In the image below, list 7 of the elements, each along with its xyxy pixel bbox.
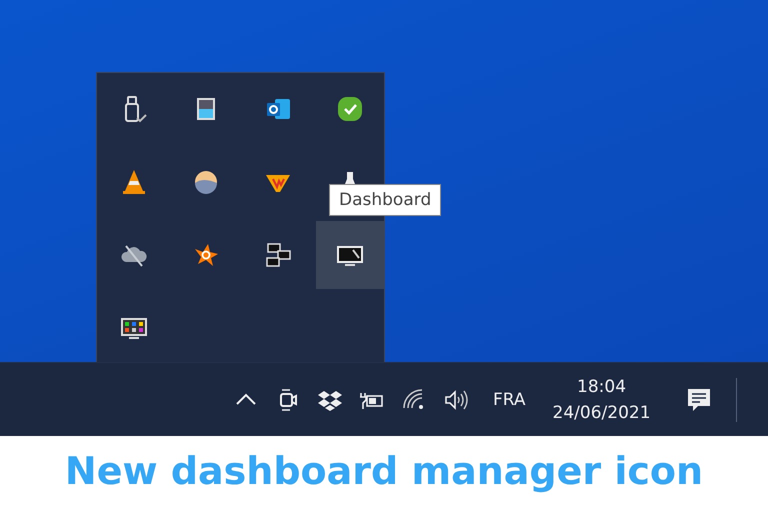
clock-button[interactable]: 18:04 24/06/2021 xyxy=(544,374,660,424)
tray-icon-button[interactable] xyxy=(316,221,384,289)
date-text: 24/06/2021 xyxy=(552,402,651,422)
checkmark-icon xyxy=(335,94,365,124)
time-text: 18:04 xyxy=(577,376,626,396)
tooltip: Dashboard xyxy=(329,184,442,216)
language-button[interactable]: FRA xyxy=(489,384,530,416)
